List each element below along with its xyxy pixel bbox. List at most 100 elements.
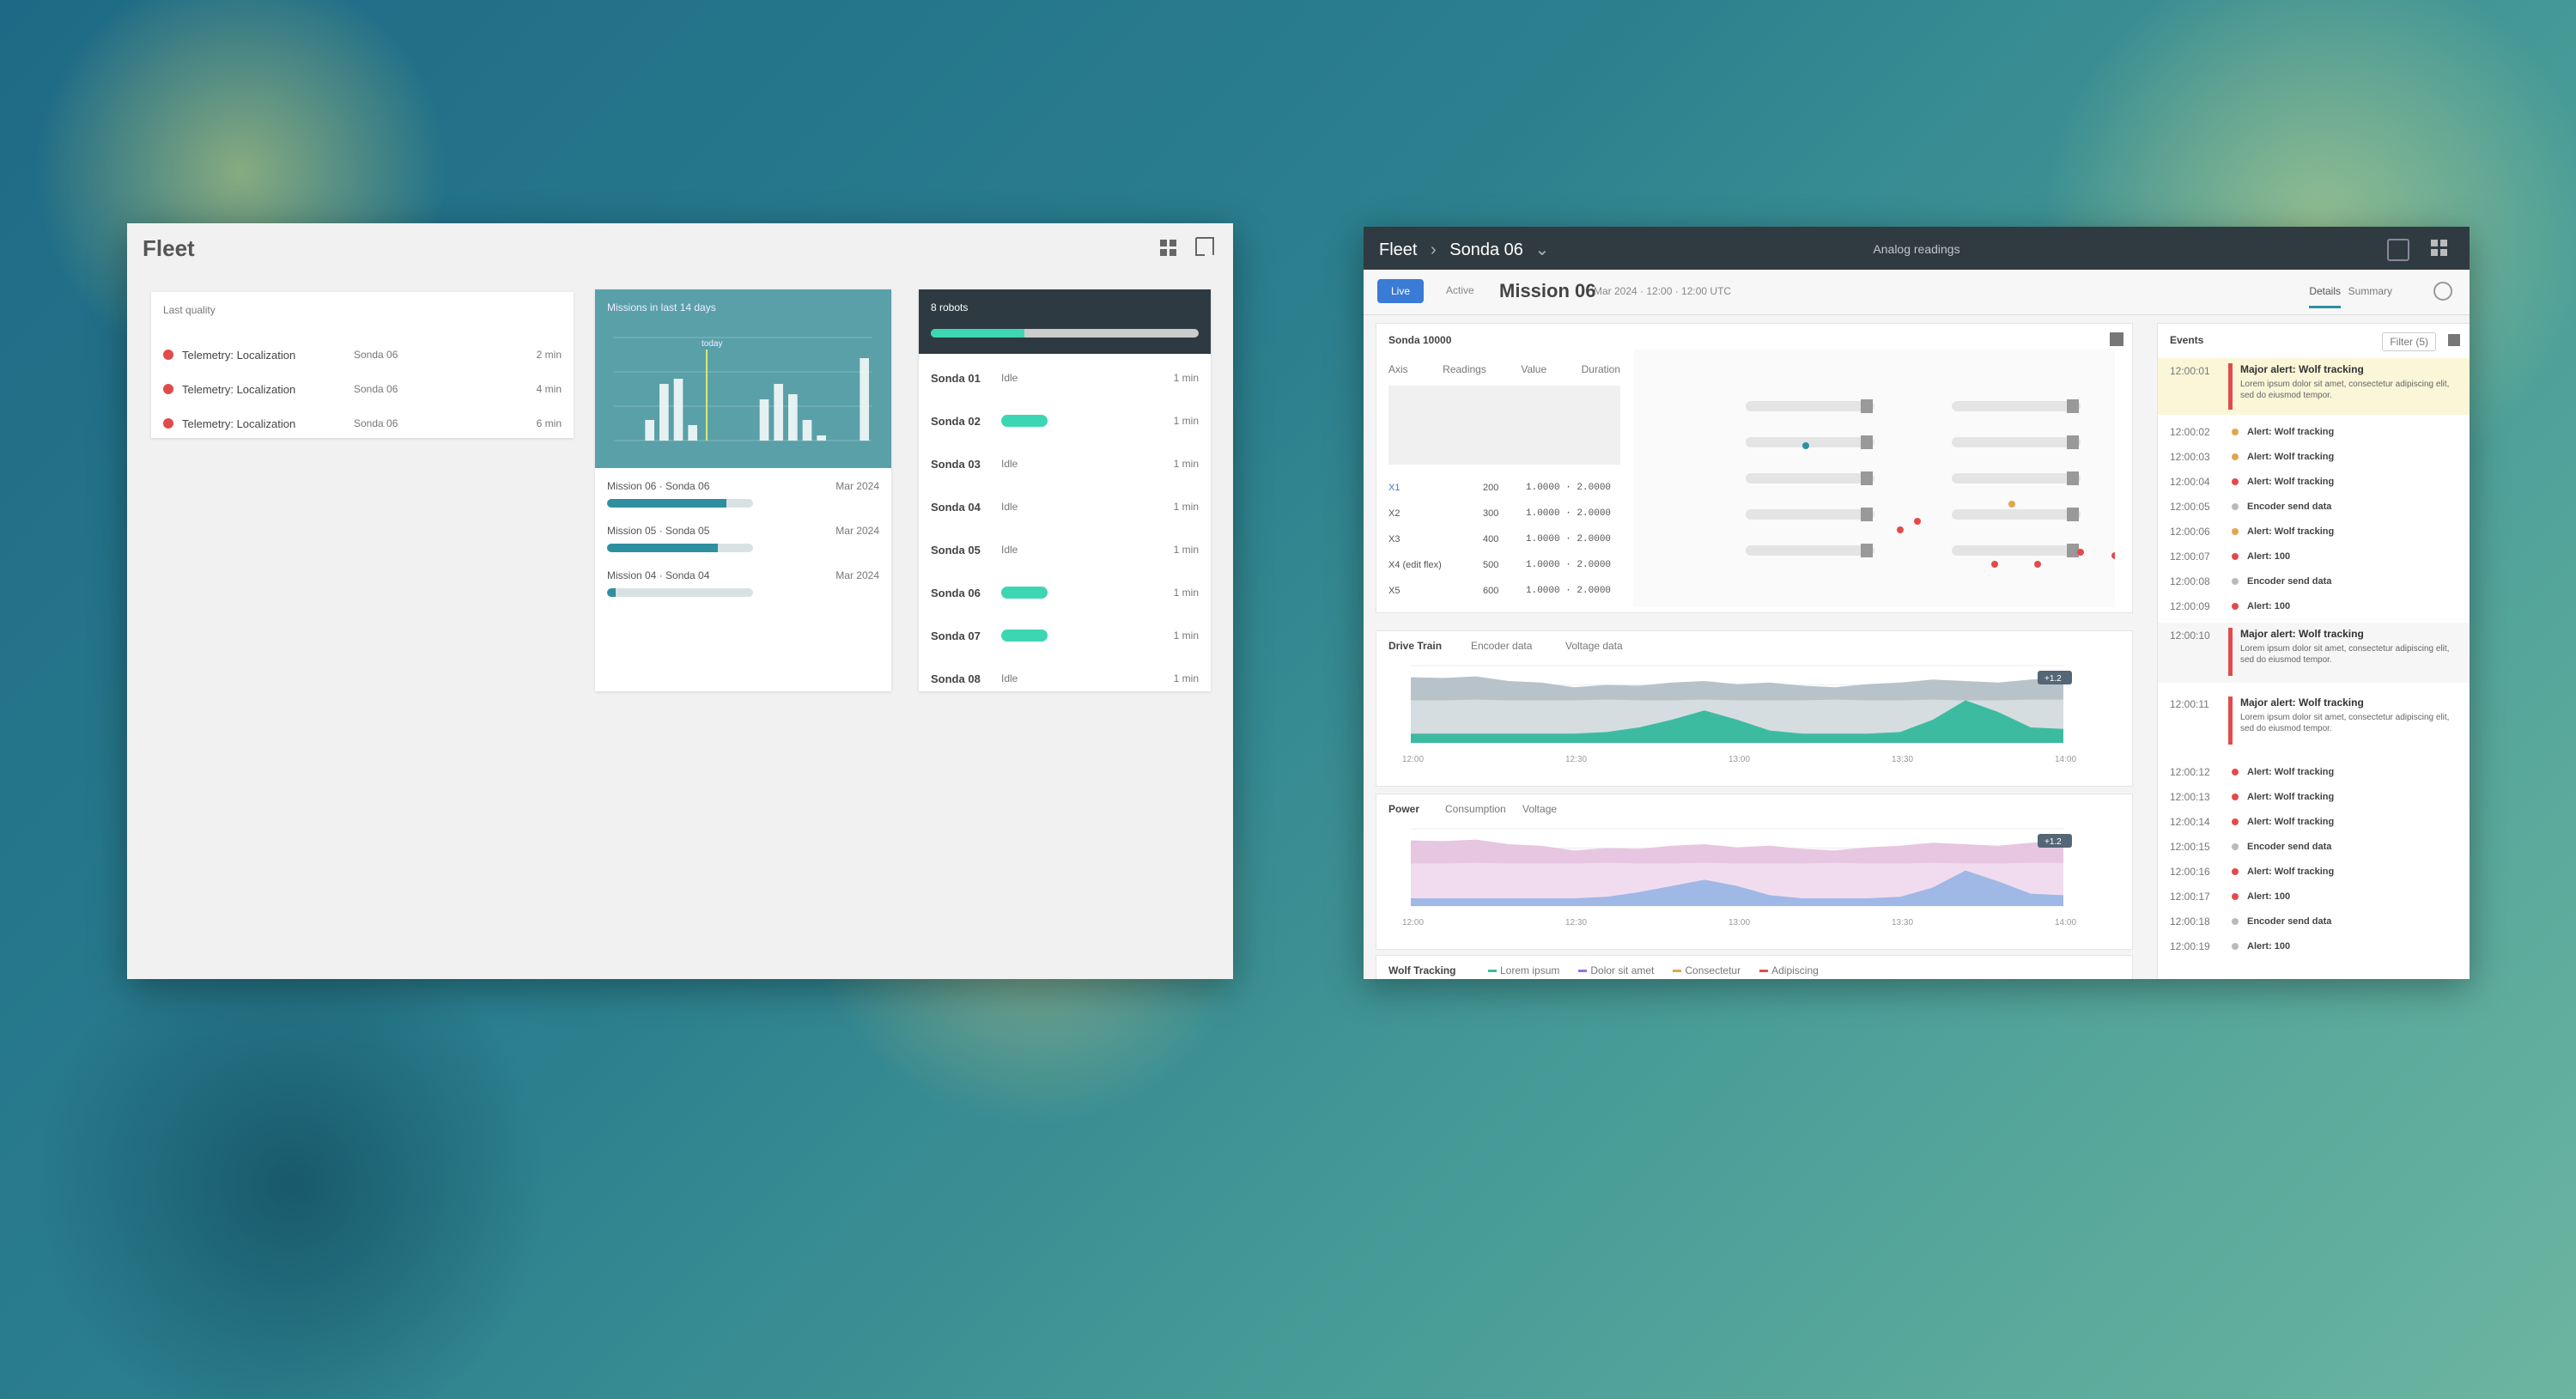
legend-item[interactable]: Dolor sit amet <box>1578 964 1654 976</box>
event-row[interactable]: 12:00:08 Encoder send data <box>2158 569 2470 593</box>
mission-row[interactable]: Mission 04 · Sonda 04 Mar 2024 <box>607 569 879 607</box>
event-row[interactable]: 12:00:04 Alert: Wolf tracking <box>2158 470 2470 494</box>
mission-meta: Mar 2024 <box>835 480 879 492</box>
robot-marker[interactable] <box>2034 561 2041 568</box>
event-row[interactable]: 12:00:19 Alert: 100 <box>2158 934 2470 958</box>
tab-details[interactable]: Details <box>2309 285 2341 308</box>
mission-progress <box>607 499 753 508</box>
event-row[interactable]: 12:00:06 Alert: Wolf tracking <box>2158 520 2470 544</box>
event-title: Major alert: Wolf tracking <box>2240 628 2364 640</box>
readings-cell: 400 <box>1483 534 1499 544</box>
robot-marker[interactable] <box>1897 526 1904 533</box>
mission-bar[interactable] <box>688 425 697 441</box>
window-icon[interactable] <box>2387 239 2409 261</box>
robot-marker[interactable] <box>2077 549 2084 556</box>
shelf-row[interactable] <box>1746 545 1874 556</box>
legend-item[interactable]: Consectetur <box>1673 964 1741 976</box>
shelf-row[interactable] <box>1952 509 2081 520</box>
alerts-card: Last quality Telemetry: Localization Sond… <box>151 292 574 438</box>
event-block-3[interactable]: 12:00:11 Major alert: Wolf tracking Lore… <box>2158 691 2470 751</box>
alert-row[interactable]: Telemetry: Localization Sonda 06 6 min <box>163 411 562 436</box>
event-row[interactable]: 12:00:12 Alert: Wolf tracking <box>2158 760 2470 784</box>
event-row[interactable]: 12:00:03 Alert: Wolf tracking <box>2158 445 2470 469</box>
event-row[interactable]: 12:00:17 Alert: 100 <box>2158 885 2470 909</box>
severity-icon <box>2232 528 2239 535</box>
robot-row[interactable]: Sonda 01 Idle 1 min <box>931 365 1199 391</box>
alert-row[interactable]: Telemetry: Localization Sonda 06 2 min <box>163 342 562 368</box>
mission-bar[interactable] <box>860 358 869 441</box>
expand-icon[interactable] <box>1194 235 1216 258</box>
tab-summary[interactable]: Summary <box>2348 285 2392 297</box>
grid-icon[interactable] <box>2428 237 2451 259</box>
robot-name: Sonda 04 <box>931 500 981 514</box>
event-row[interactable]: 12:00:07 Alert: 100 <box>2158 544 2470 569</box>
power-section: Power Consumption Voltage 12:00 12:30 13:0… <box>1376 794 2133 950</box>
robot-row[interactable]: Sonda 02 1 min <box>931 408 1199 434</box>
missions-bar-chart: today <box>614 337 872 441</box>
mission-meta[interactable]: Mar 2024 · 12:00 · 12:00 UTC <box>1594 285 1731 297</box>
table-row[interactable]: X2 300 1.0000 · 2.0000 <box>1388 501 1620 526</box>
live-button[interactable]: Live <box>1377 279 1424 303</box>
robot-row[interactable]: Sonda 08 Idle 1 min <box>931 666 1199 691</box>
legend-item[interactable]: Lorem ipsum <box>1488 964 1559 976</box>
robot-marker[interactable] <box>1802 442 1809 449</box>
mission-bar[interactable] <box>774 384 783 441</box>
mission-bar[interactable] <box>759 399 769 441</box>
table-row[interactable]: X3 400 1.0000 · 2.0000 <box>1388 526 1620 552</box>
shelf-row[interactable] <box>1746 437 1874 447</box>
mission-row[interactable]: Mission 05 · Sonda 05 Mar 2024 <box>607 525 879 563</box>
mission-bar[interactable] <box>659 384 669 441</box>
event-block-2[interactable]: 12:00:10 Major alert: Wolf tracking Lore… <box>2158 623 2470 683</box>
event-row[interactable]: 12:00:13 Alert: Wolf tracking <box>2158 785 2470 809</box>
grid-icon[interactable] <box>1157 237 1180 259</box>
shelf-row[interactable] <box>1746 509 1874 520</box>
table-header[interactable]: Readings <box>1443 363 1486 375</box>
event-row[interactable]: 12:00:14 Alert: Wolf tracking <box>2158 810 2470 834</box>
robot-marker[interactable] <box>1991 561 1998 568</box>
axis-cell: X2 <box>1388 508 1400 519</box>
event-row[interactable]: 12:00:16 Alert: Wolf tracking <box>2158 860 2470 884</box>
mission-bar[interactable] <box>817 435 826 441</box>
legend-item[interactable]: Adipiscing <box>1759 964 1819 976</box>
mission-bar[interactable] <box>802 420 812 441</box>
event-row[interactable]: 12:00:15 Encoder send data <box>2158 835 2470 859</box>
shelf-row[interactable] <box>1952 545 2081 556</box>
events-filter[interactable]: Filter (5) <box>2382 332 2436 351</box>
table-row[interactable]: X4 (edit flex) 500 1.0000 · 2.0000 <box>1388 552 1620 578</box>
event-time: 12:00:12 <box>2170 766 2210 778</box>
table-row[interactable]: X5 600 1.0000 · 2.0000 <box>1388 578 1620 604</box>
menu-icon[interactable] <box>2448 334 2460 346</box>
shelf-row[interactable] <box>1746 473 1874 484</box>
robot-marker[interactable] <box>2008 501 2015 508</box>
event-row[interactable]: 12:00:09 Alert: 100 <box>2158 594 2470 618</box>
shelf-row[interactable] <box>1746 401 1874 411</box>
shelf-row[interactable] <box>1952 473 2081 484</box>
event-time: 12:00:16 <box>2170 866 2210 878</box>
wolf-tracking-title: Wolf Tracking <box>1388 964 1456 976</box>
settings-icon[interactable] <box>2433 282 2452 301</box>
table-header[interactable]: Axis <box>1388 363 1408 375</box>
event-row[interactable]: 12:00:02 Alert: Wolf tracking <box>2158 420 2470 444</box>
robot-row[interactable]: Sonda 03 Idle 1 min <box>931 451 1199 477</box>
table-row[interactable]: X1 200 1.0000 · 2.0000 <box>1388 475 1620 501</box>
robot-row[interactable]: Sonda 05 Idle 1 min <box>931 537 1199 563</box>
robot-row[interactable]: Sonda 04 Idle 1 min <box>931 494 1199 520</box>
shelf-row[interactable] <box>1952 401 2081 411</box>
robot-row[interactable]: Sonda 06 1 min <box>931 580 1199 605</box>
event-row[interactable]: 12:00:05 Encoder send data <box>2158 495 2470 519</box>
alert-row[interactable]: Telemetry: Localization Sonda 06 4 min <box>163 376 562 402</box>
table-header[interactable]: Value <box>1521 363 1546 375</box>
mission-row[interactable]: Mission 06 · Sonda 06 Mar 2024 <box>607 480 879 518</box>
mission-bar[interactable] <box>673 379 683 441</box>
robot-marker[interactable] <box>1914 518 1921 525</box>
menu-icon[interactable] <box>2110 332 2123 346</box>
mission-bar[interactable] <box>645 420 654 441</box>
table-header[interactable]: Duration <box>1582 363 1620 375</box>
mission-bar[interactable] <box>788 394 798 441</box>
event-highlight[interactable]: 12:00:01 Major alert: Wolf tracking Lore… <box>2158 358 2470 415</box>
robot-row[interactable]: Sonda 07 1 min <box>931 623 1199 648</box>
running-badge <box>1001 630 1048 642</box>
shelf-row[interactable] <box>1952 437 2081 447</box>
event-row[interactable]: 12:00:18 Encoder send data <box>2158 909 2470 934</box>
drive-train-legend-2: Voltage data <box>1565 640 1623 652</box>
